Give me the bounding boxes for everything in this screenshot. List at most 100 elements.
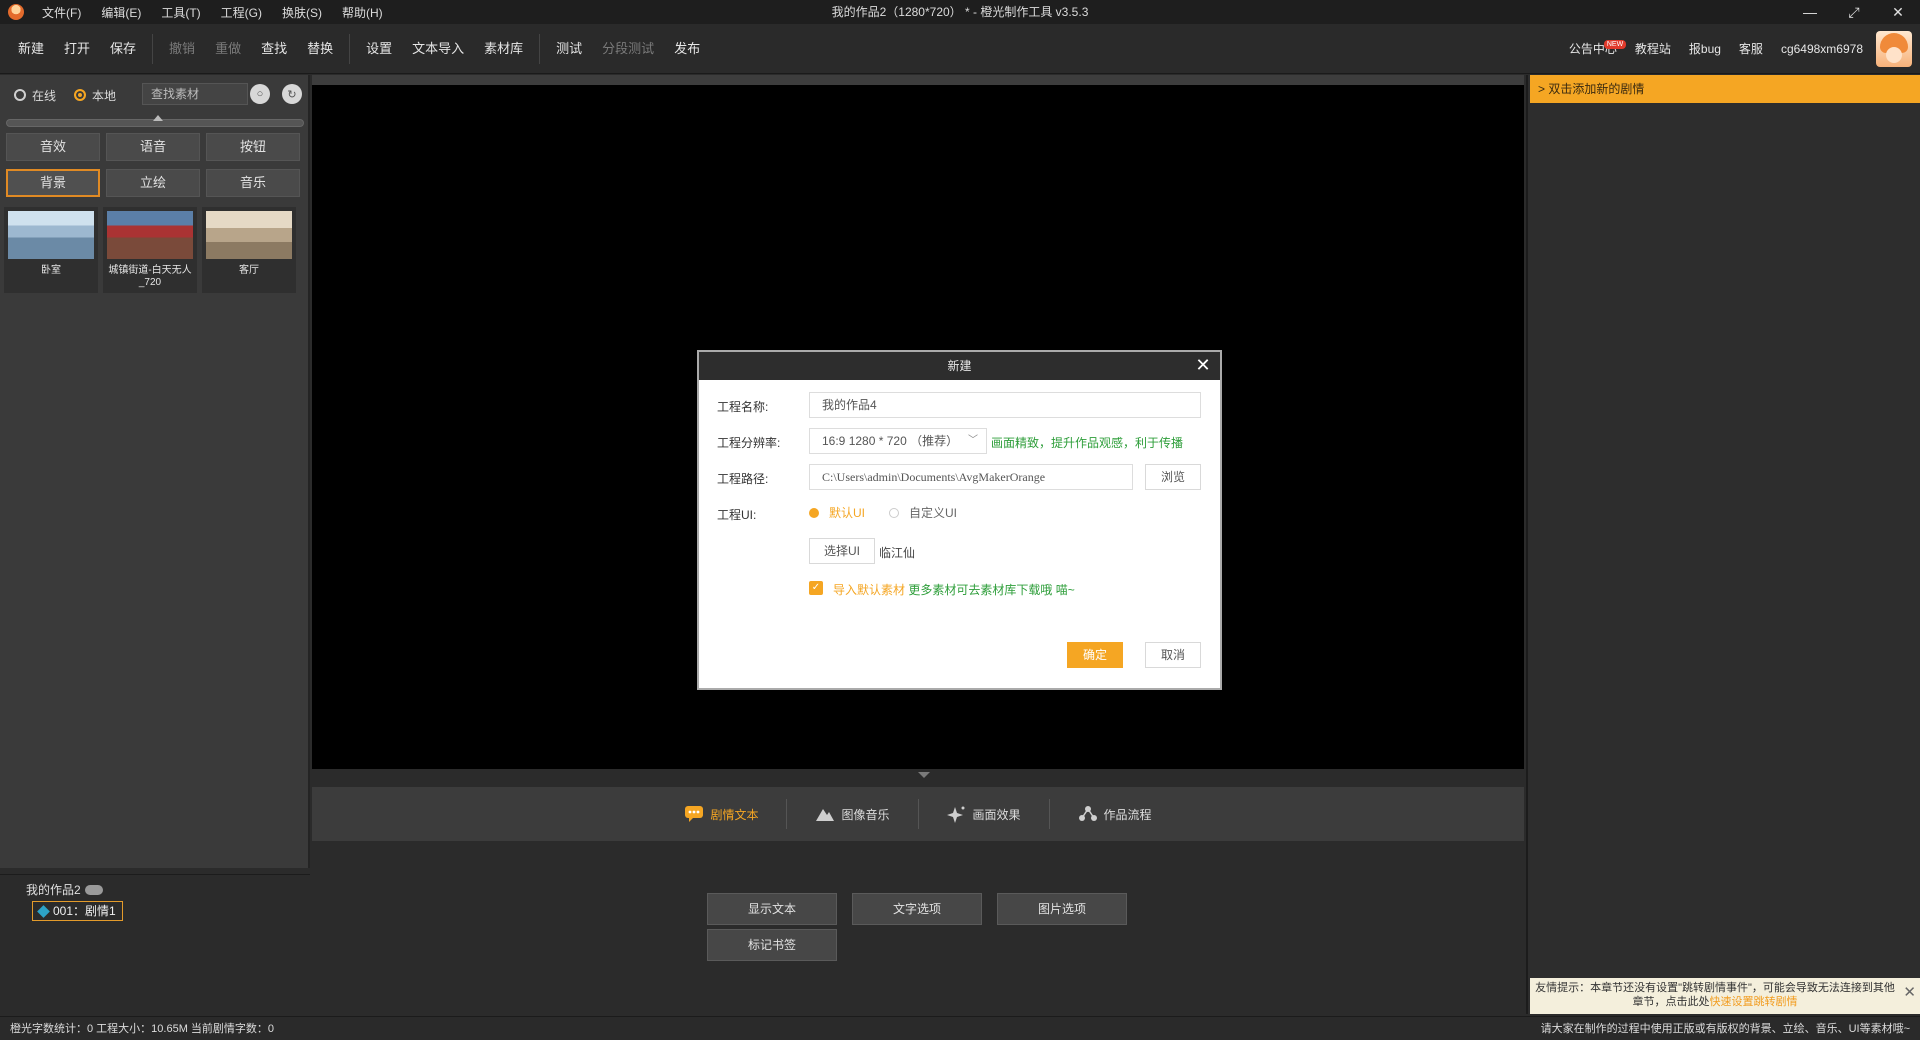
dialog-title: 新建 bbox=[947, 359, 972, 373]
confirm-button[interactable]: 确定 bbox=[1067, 642, 1123, 668]
menu-skin[interactable]: 换肤(S) bbox=[272, 4, 332, 21]
project-path-label: 工程路径: bbox=[717, 472, 769, 486]
new-project-dialog: 新建 ✕ 工程名称: 我的作品4 工程分辨率: 16:9 1280 * 720 … bbox=[697, 350, 1222, 690]
main-toolbar: 新建 打开 保存 撤销 重做 查找 替换 设置 文本导入 素材库 测试 分段测试… bbox=[0, 24, 1920, 74]
asset-thumbnails: 卧室 城镇街道-白天无人_720 客厅 bbox=[4, 207, 301, 293]
redo-button[interactable]: 重做 bbox=[205, 34, 251, 64]
add-story-hint[interactable]: > 双击添加新的剧情 bbox=[1530, 75, 1920, 103]
show-text-button[interactable]: 显示文本 bbox=[707, 893, 837, 925]
cancel-button[interactable]: 取消 bbox=[1145, 642, 1201, 668]
tree-root-label: 我的作品2 bbox=[26, 883, 81, 897]
category-sound-effects[interactable]: 音效 bbox=[6, 133, 100, 161]
asset-thumbnail[interactable]: 客厅 bbox=[202, 207, 296, 293]
import-assets-label: 导入默认素材 bbox=[833, 583, 906, 597]
menu-project[interactable]: 工程(G) bbox=[211, 4, 272, 21]
avatar[interactable] bbox=[1876, 31, 1912, 67]
import-assets-text: 导入默认素材 更多素材可去素材库下载哦 喵~ bbox=[833, 581, 1075, 598]
category-portraits[interactable]: 立绘 bbox=[106, 169, 200, 197]
maximize-icon[interactable]: ⤢ bbox=[1832, 0, 1876, 24]
asset-thumbnail[interactable]: 卧室 bbox=[4, 207, 98, 293]
collapse-arrow-icon[interactable] bbox=[918, 772, 930, 778]
ui-default-radio[interactable]: 默认UI bbox=[809, 504, 865, 521]
open-button[interactable]: 打开 bbox=[54, 34, 100, 64]
toolbar-right: 公告中心 NEW 教程站 报bug 客服 cg6498xm6978 bbox=[1560, 24, 1920, 74]
tab-story-text[interactable]: 剧情文本 bbox=[656, 799, 788, 829]
text-import-button[interactable]: 文本导入 bbox=[402, 34, 474, 64]
dialog-header: 新建 ✕ bbox=[699, 352, 1220, 380]
search-icon[interactable]: ○ bbox=[250, 84, 270, 104]
project-ui-label: 工程UI: bbox=[717, 508, 757, 522]
tab-image-music[interactable]: 图像音乐 bbox=[787, 799, 919, 829]
replace-button[interactable]: 替换 bbox=[297, 34, 343, 64]
segment-test-button[interactable]: 分段测试 bbox=[592, 34, 664, 64]
category-voice[interactable]: 语音 bbox=[106, 133, 200, 161]
app-logo-icon bbox=[8, 4, 24, 20]
tab-label: 图像音乐 bbox=[841, 807, 890, 822]
close-dialog-icon[interactable]: ✕ bbox=[1192, 354, 1214, 376]
toolbar-divider bbox=[349, 33, 351, 64]
report-bug-button[interactable]: 报bug bbox=[1680, 34, 1730, 64]
tab-screen-effects[interactable]: 画面效果 bbox=[919, 799, 1050, 829]
asset-preview-image bbox=[107, 211, 193, 259]
category-music[interactable]: 音乐 bbox=[206, 169, 300, 197]
text-options-button[interactable]: 文字选项 bbox=[852, 893, 982, 925]
save-button[interactable]: 保存 bbox=[100, 34, 146, 64]
tab-work-flow[interactable]: 作品流程 bbox=[1050, 799, 1180, 829]
menu-file[interactable]: 文件(F) bbox=[32, 4, 91, 21]
project-name-input[interactable]: 我的作品4 bbox=[809, 392, 1201, 418]
undo-button[interactable]: 撤销 bbox=[159, 34, 205, 64]
asset-thumbnail[interactable]: 城镇街道-白天无人_720 bbox=[103, 207, 197, 293]
bookmark-button[interactable]: 标记书签 bbox=[707, 929, 837, 961]
close-tip-icon[interactable]: ✕ bbox=[1903, 985, 1916, 1000]
menu-bar: 文件(F) 编辑(E) 工具(T) 工程(G) 换肤(S) 帮助(H) bbox=[32, 4, 393, 21]
ui-custom-radio[interactable]: 自定义UI bbox=[889, 504, 957, 521]
slider-thumb-icon[interactable] bbox=[153, 115, 163, 121]
tree-node-chapter[interactable]: 001：剧情1 bbox=[32, 901, 123, 921]
editor-tabs: 剧情文本 图像音乐 画面效果 作品流程 bbox=[312, 787, 1524, 841]
project-path-input[interactable]: C:\Users\admin\Documents\AvgMakerOrange bbox=[809, 464, 1133, 490]
publish-button[interactable]: 发布 bbox=[664, 34, 710, 64]
browse-button[interactable]: 浏览 bbox=[1145, 464, 1201, 490]
menu-edit[interactable]: 编辑(E) bbox=[91, 4, 151, 21]
source-online-label: 在线 bbox=[32, 88, 57, 103]
tree-root[interactable]: 我的作品2 bbox=[26, 881, 103, 898]
status-bar: 橙光字数统计：0 工程大小：10.65M 当前剧情字数：0 请大家在制作的过程中… bbox=[0, 1016, 1920, 1040]
source-online-radio[interactable] bbox=[14, 89, 26, 101]
new-button[interactable]: 新建 bbox=[8, 34, 54, 64]
resolution-value: 16:9 1280 * 720 （推荐） bbox=[822, 434, 959, 448]
test-button[interactable]: 测试 bbox=[546, 34, 592, 64]
resolution-select[interactable]: 16:9 1280 * 720 （推荐） ﹀ bbox=[809, 428, 987, 454]
eye-icon[interactable] bbox=[84, 884, 103, 895]
menu-tools[interactable]: 工具(T) bbox=[151, 4, 210, 21]
username[interactable]: cg6498xm6978 bbox=[1772, 34, 1872, 64]
ui-default-label: 默认UI bbox=[829, 506, 866, 520]
asset-label: 卧室 bbox=[41, 265, 61, 276]
find-button[interactable]: 查找 bbox=[251, 34, 297, 64]
new-badge: NEW bbox=[1603, 40, 1627, 49]
title-bar: 文件(F) 编辑(E) 工具(T) 工程(G) 换肤(S) 帮助(H) 我的作品… bbox=[0, 0, 1920, 24]
import-assets-checkbox[interactable]: ✓ bbox=[809, 581, 823, 595]
thumbnail-size-slider[interactable] bbox=[6, 115, 304, 127]
asset-library-button[interactable]: 素材库 bbox=[474, 34, 533, 64]
refresh-icon[interactable]: ↻ bbox=[282, 84, 302, 104]
category-backgrounds[interactable]: 背景 bbox=[6, 169, 100, 197]
select-ui-button[interactable]: 选择UI bbox=[809, 538, 875, 564]
quick-jump-link[interactable]: 快速设置跳转剧情 bbox=[1710, 996, 1798, 1008]
speech-bubble-icon bbox=[685, 806, 704, 822]
image-options-button[interactable]: 图片选项 bbox=[997, 893, 1127, 925]
support-button[interactable]: 客服 bbox=[1730, 34, 1772, 64]
resolution-note: 画面精致，提升作品观感，利于传播 bbox=[991, 436, 1184, 450]
announcements-button[interactable]: 公告中心 NEW bbox=[1560, 34, 1627, 64]
project-name-label: 工程名称: bbox=[717, 400, 769, 414]
source-selector: 在线 本地 bbox=[14, 85, 134, 105]
resolution-label: 工程分辨率: bbox=[717, 436, 781, 450]
minimize-icon[interactable]: — bbox=[1788, 0, 1832, 24]
tutorials-button[interactable]: 教程站 bbox=[1626, 34, 1680, 64]
project-tree: 我的作品2 001：剧情1 bbox=[0, 874, 310, 1014]
asset-search-input[interactable]: 查找素材 bbox=[142, 83, 248, 105]
category-buttons[interactable]: 按钮 bbox=[206, 133, 300, 161]
menu-help[interactable]: 帮助(H) bbox=[332, 4, 393, 21]
source-local-radio[interactable] bbox=[74, 89, 87, 101]
settings-button[interactable]: 设置 bbox=[356, 34, 402, 64]
close-window-icon[interactable]: ✕ bbox=[1876, 0, 1920, 24]
